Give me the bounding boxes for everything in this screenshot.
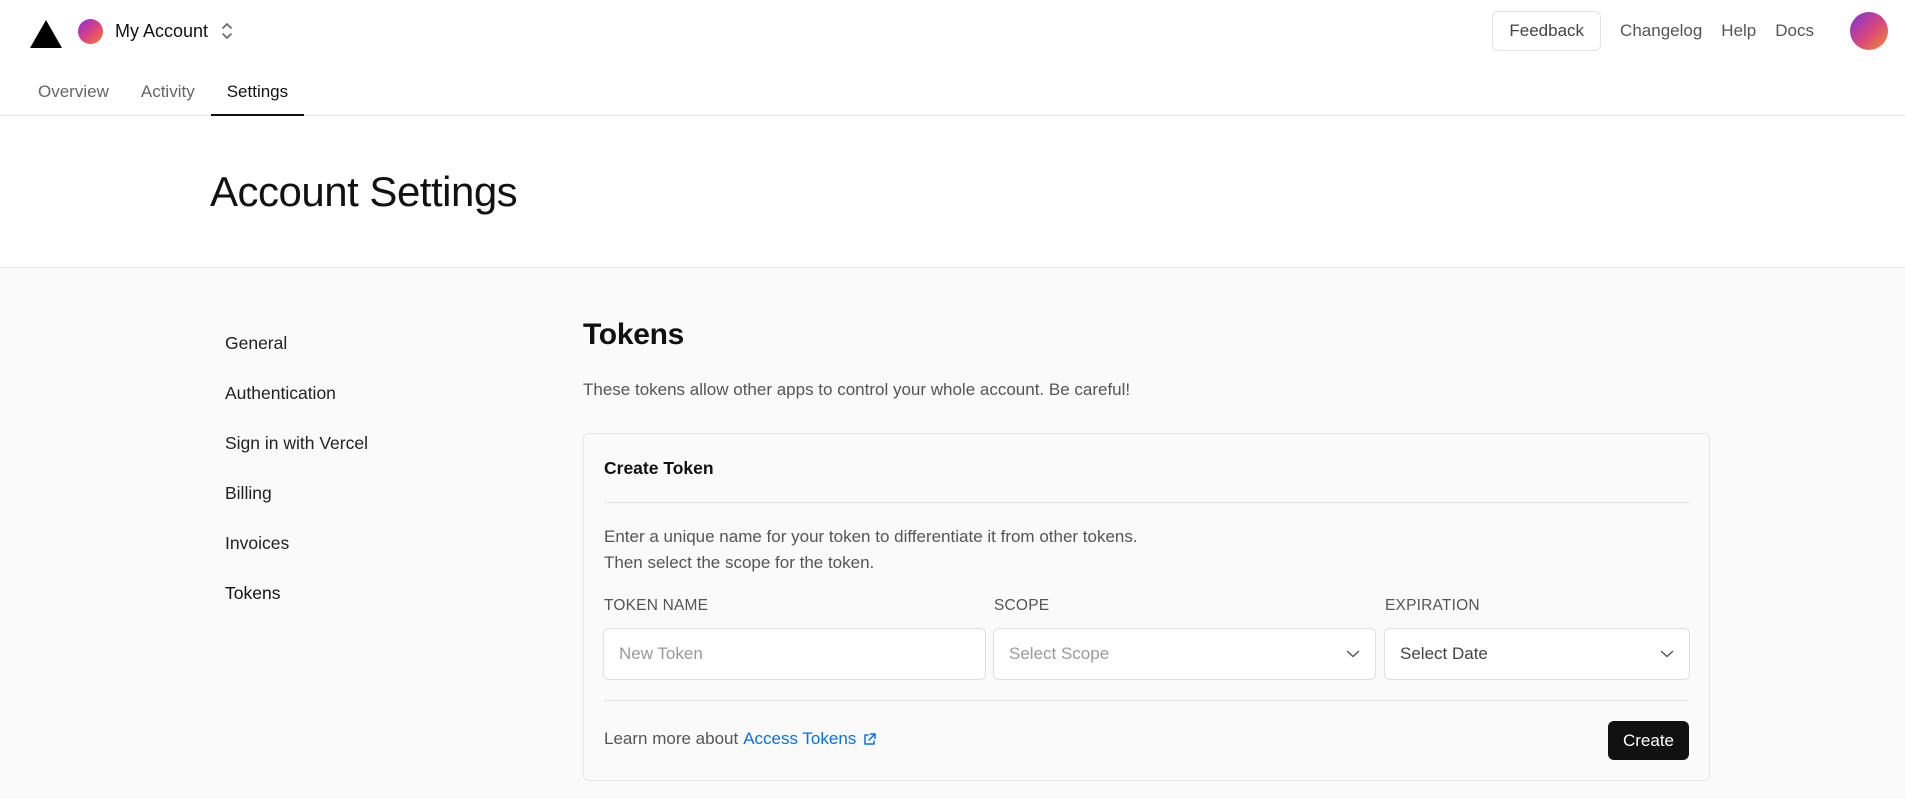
feedback-button[interactable]: Feedback — [1492, 11, 1602, 51]
docs-link[interactable]: Docs — [1775, 21, 1814, 41]
header-actions: Feedback Changelog Help Docs — [1492, 10, 1905, 52]
tab-overview[interactable]: Overview — [22, 69, 125, 115]
card-footer-divider — [604, 700, 1689, 701]
section-title: Tokens — [583, 318, 685, 351]
access-tokens-link[interactable]: Access Tokens — [743, 729, 877, 749]
external-link-icon — [864, 732, 877, 745]
token-name-label: TOKEN NAME — [604, 597, 709, 614]
card-description-line-2: Then select the scope for the token. — [604, 553, 875, 572]
account-name: My Account — [115, 20, 209, 41]
card-divider — [604, 502, 1689, 503]
card-title: Create Token — [604, 458, 714, 478]
page-title: Account Settings — [210, 168, 518, 215]
triangle-logo-icon[interactable] — [30, 20, 62, 48]
expiration-select[interactable]: Select Date — [1384, 628, 1690, 680]
sidebar-item-sign-in-with-vercel[interactable]: Sign in with Vercel — [225, 429, 368, 479]
scope-select-placeholder: Select Scope — [1009, 644, 1110, 663]
account-avatar — [78, 18, 103, 44]
token-name-input[interactable] — [619, 644, 970, 664]
settings-sidebar: General Authentication Sign in with Verc… — [225, 329, 368, 629]
sidebar-item-billing[interactable]: Billing — [225, 479, 368, 529]
expiration-select-value: Select Date — [1400, 644, 1488, 663]
card-footer: Learn more about Access Tokens — [604, 729, 877, 749]
sidebar-item-general[interactable]: General — [225, 329, 368, 379]
main-tabs: Overview Activity Settings — [22, 69, 305, 116]
tab-activity[interactable]: Activity — [125, 69, 211, 115]
sidebar-item-authentication[interactable]: Authentication — [225, 379, 368, 429]
tab-settings[interactable]: Settings — [210, 69, 305, 116]
section-description: These tokens allow other apps to control… — [583, 380, 1131, 399]
chevron-down-icon — [1660, 650, 1674, 658]
chevron-down-icon — [1346, 650, 1360, 658]
access-tokens-link-label: Access Tokens — [743, 729, 857, 748]
user-avatar[interactable] — [1850, 12, 1888, 50]
changelog-link[interactable]: Changelog — [1620, 21, 1702, 41]
scope-select[interactable]: Select Scope — [993, 628, 1376, 680]
title-band: Account Settings — [0, 116, 1905, 268]
footer-text: Learn more about — [604, 729, 739, 748]
account-switcher[interactable]: My Account — [78, 18, 234, 44]
scope-label: SCOPE — [994, 597, 1050, 614]
top-header: My Account Feedback Changelog Help Docs … — [0, 0, 1905, 116]
sidebar-item-tokens[interactable]: Tokens — [225, 579, 368, 629]
create-token-card: Create Token Enter a unique name for you… — [583, 433, 1710, 781]
chevron-up-down-icon — [222, 23, 232, 39]
expiration-label: EXPIRATION — [1385, 597, 1480, 614]
card-description: Enter a unique name for your token to di… — [604, 524, 1138, 576]
sidebar-item-invoices[interactable]: Invoices — [225, 529, 368, 579]
card-description-line-1: Enter a unique name for your token to di… — [604, 527, 1138, 546]
help-link[interactable]: Help — [1721, 21, 1756, 41]
token-name-field — [603, 628, 986, 680]
create-token-button[interactable]: Create — [1607, 721, 1689, 760]
